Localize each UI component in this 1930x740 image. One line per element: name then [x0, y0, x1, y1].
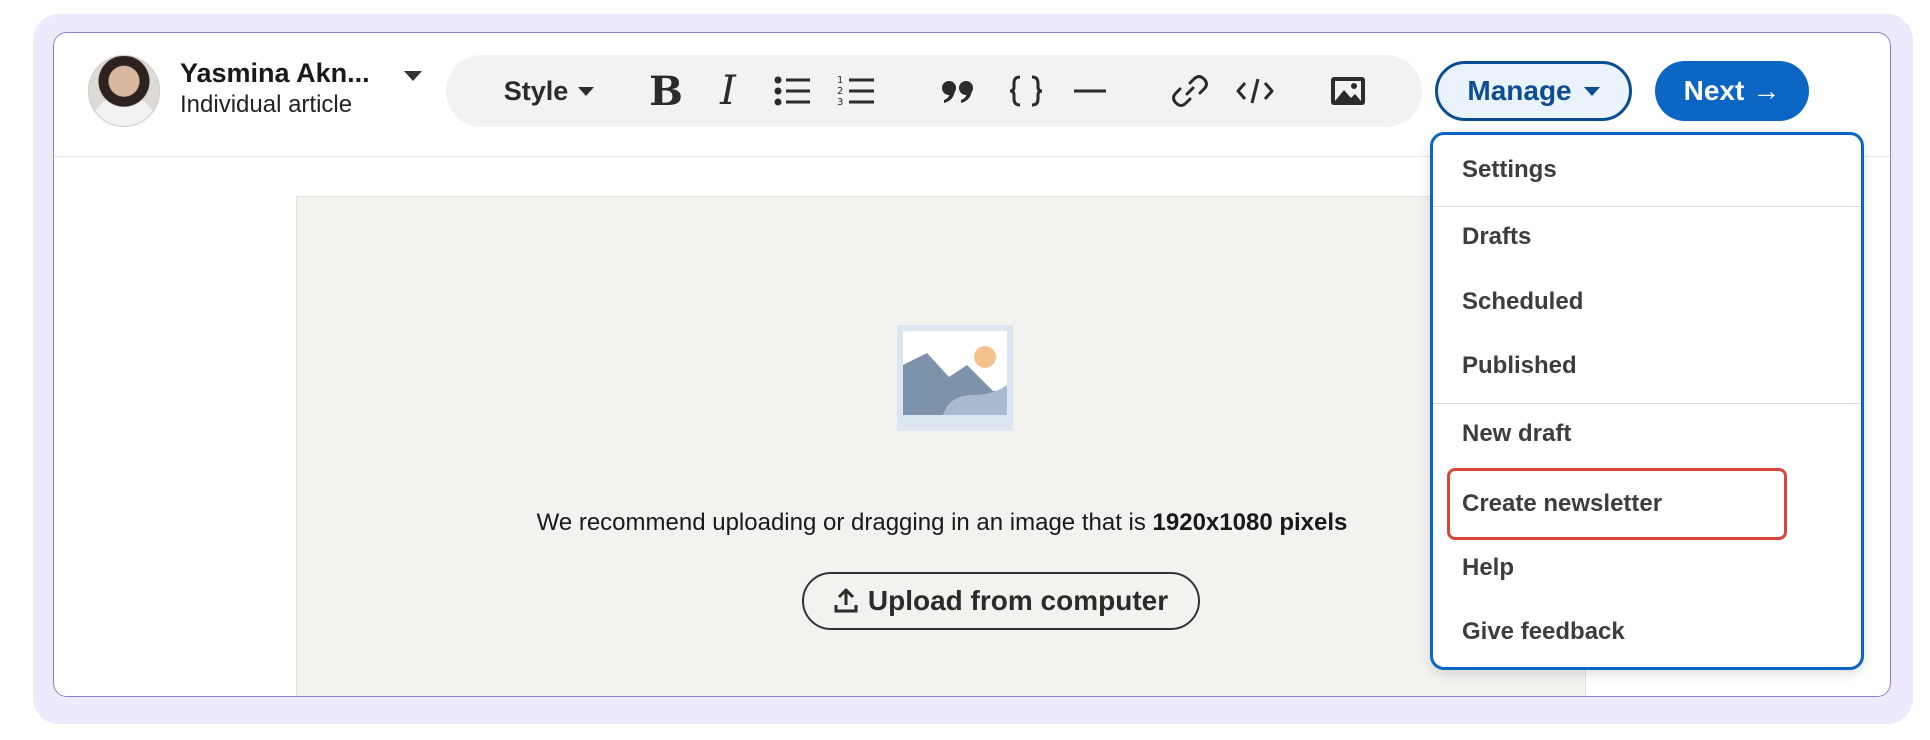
next-button[interactable]: Next →: [1655, 61, 1809, 121]
author-subtitle: Individual article: [180, 91, 353, 118]
menu-item-help[interactable]: Help: [1433, 540, 1861, 596]
recommend-prefix: We recommend uploading or dragging in an…: [536, 509, 1146, 536]
menu-divider: [1433, 403, 1861, 404]
menu-item-published[interactable]: Published: [1433, 338, 1861, 394]
link-icon[interactable]: [1168, 67, 1212, 115]
menu-item-drafts[interactable]: Drafts: [1433, 209, 1861, 265]
formatting-toolbar: Style B I 1 2 3: [446, 55, 1422, 127]
bold-icon[interactable]: B: [646, 67, 686, 115]
cover-image-dropzone[interactable]: We recommend uploading or dragging in an…: [296, 196, 1587, 696]
manage-dropdown-menu: Settings Drafts Scheduled Published New …: [1430, 132, 1864, 670]
numbered-list-icon[interactable]: 1 2 3: [834, 67, 878, 115]
manage-dropdown-button[interactable]: Manage: [1435, 61, 1632, 121]
menu-divider: [1433, 206, 1861, 207]
italic-icon[interactable]: I: [708, 67, 748, 115]
next-label: Next: [1683, 75, 1745, 106]
horizontal-rule-icon[interactable]: [1068, 67, 1112, 115]
menu-item-scheduled[interactable]: Scheduled: [1433, 274, 1861, 330]
style-dropdown-button[interactable]: Style: [494, 67, 604, 115]
upload-from-computer-button[interactable]: Upload from computer: [802, 572, 1200, 630]
svg-text:1: 1: [837, 75, 843, 86]
insert-image-icon[interactable]: [1326, 67, 1370, 115]
upload-icon: [834, 588, 858, 613]
style-caret-down-icon: [578, 86, 595, 96]
menu-item-create-newsletter[interactable]: Create newsletter: [1433, 476, 1861, 532]
arrow-right-icon: →: [1752, 75, 1781, 106]
author-name: Yasmina Akn...: [180, 58, 370, 88]
svg-text:3: 3: [837, 97, 843, 108]
upload-recommendation-text: We recommend uploading or dragging in an…: [297, 509, 1587, 537]
bulleted-list-icon[interactable]: [770, 67, 814, 115]
upload-label: Upload from computer: [867, 585, 1169, 616]
menu-item-settings[interactable]: Settings: [1433, 142, 1861, 198]
menu-item-give-feedback[interactable]: Give feedback: [1433, 604, 1861, 660]
image-placeholder-icon: [897, 325, 1013, 431]
style-label: Style: [503, 75, 569, 106]
author-avatar[interactable]: [88, 55, 160, 127]
manage-label: Manage: [1467, 75, 1572, 106]
blockquote-icon[interactable]: [936, 67, 980, 115]
recommend-size: 1920x1080 pixels: [1152, 509, 1348, 536]
author-info[interactable]: Yasmina Akn... Individual article: [180, 57, 380, 121]
menu-item-new-draft[interactable]: New draft: [1433, 406, 1861, 462]
manage-caret-down-icon: [1583, 86, 1600, 96]
svg-text:2: 2: [837, 86, 843, 97]
code-block-icon[interactable]: [1004, 67, 1048, 115]
author-caret-down-icon[interactable]: [404, 71, 422, 81]
embed-code-icon[interactable]: [1233, 67, 1277, 115]
